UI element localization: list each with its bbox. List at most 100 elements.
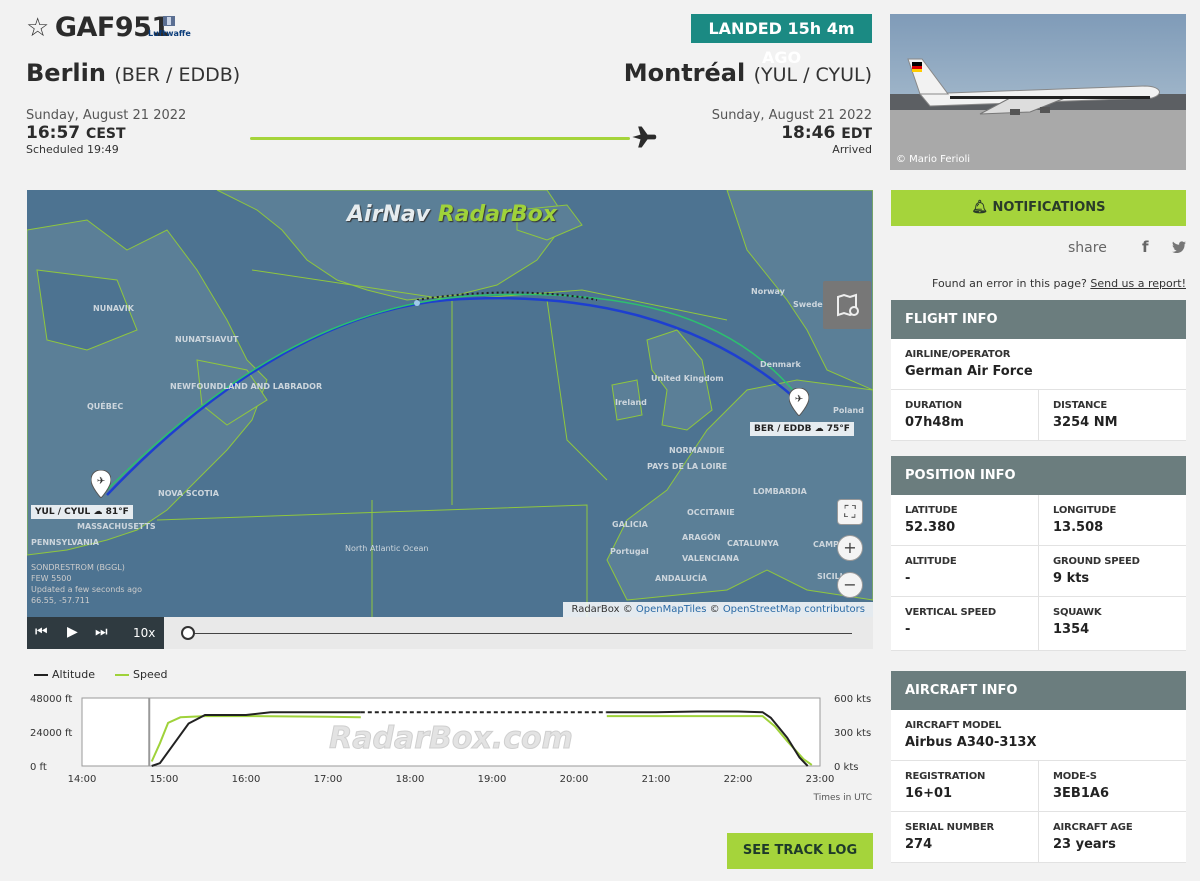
legend-altitude-label: Altitude [52, 668, 95, 681]
share-label: share [1068, 240, 1107, 256]
x-tick: 22:00 [724, 774, 753, 785]
see-track-log-button[interactable]: SEE TRACK LOG [727, 833, 873, 869]
mode-s-cell: MODE-S 3EB1A6 [1038, 761, 1186, 811]
departure-airport-code: BER / EDDB [754, 424, 812, 434]
svg-text:✈: ✈ [97, 476, 105, 487]
departure-tz: CEST [86, 126, 126, 142]
position-info-title[interactable]: POSITION INFO [891, 456, 1186, 495]
flight-info-title[interactable]: FLIGHT INFO [891, 300, 1186, 339]
photo-credit[interactable]: © Mario Ferioli [896, 154, 970, 165]
aircraft-info-title[interactable]: AIRCRAFT INFO [891, 671, 1186, 710]
flight-info-panel: FLIGHT INFO AIRLINE/OPERATOR German Air … [891, 300, 1186, 441]
playback-track[interactable] [184, 633, 852, 634]
arrival-note: Arrived [832, 143, 872, 156]
airline-cell: AIRLINE/OPERATOR German Air Force [891, 339, 1186, 389]
departure-marker-icon[interactable]: ✈ [789, 388, 809, 416]
region-label: NUNATSIAVUT [175, 335, 239, 344]
departure-airport-label[interactable]: BER / EDDB ☁ 75°F [750, 422, 854, 436]
skip-back-icon[interactable]: ⏮ [35, 624, 48, 640]
arrival-time: 18:46 EDT [712, 123, 872, 143]
playback-controls: ⏮ ▶ ⏭ 10x [27, 617, 164, 649]
map-logo-b: RadarBox [437, 202, 557, 227]
send-report-link[interactable]: Send us a report! [1090, 277, 1186, 290]
distance-value: 3254 NM [1053, 415, 1118, 430]
twitter-icon[interactable] [1172, 241, 1186, 253]
squawk-label: SQUAWK [1053, 607, 1102, 618]
departure-info: Sunday, August 21 2022 16:57 CEST Schedu… [26, 108, 186, 156]
region-label: PAYS DE LA LOIRE [647, 462, 728, 471]
squawk-value: 1354 [1053, 622, 1090, 637]
chart-legend: Altitude Speed [34, 668, 167, 681]
region-label: Norway [751, 287, 785, 296]
mode-s-label: MODE-S [1053, 771, 1097, 782]
departure-time: 16:57 CEST [26, 123, 186, 143]
region-label: CATALUNYA [727, 539, 779, 548]
x-tick: 18:00 [396, 774, 425, 785]
region-label: Portugal [610, 547, 649, 556]
departure-note: Scheduled 19:49 [26, 143, 119, 156]
zoom-out-button[interactable]: − [837, 572, 863, 598]
map-attribution: RadarBox © OpenMapTiles © OpenStreetMap … [563, 602, 873, 617]
y-tick-left: 24000 ft [30, 728, 72, 739]
region-label: QUÉBEC [87, 402, 124, 411]
latitude-value: 52.380 [905, 520, 956, 535]
legend-altitude[interactable]: Altitude [34, 668, 95, 681]
x-tick: 16:00 [232, 774, 261, 785]
station-line: Updated a few seconds ago [31, 585, 142, 594]
arrival-marker-icon[interactable]: ✈ [91, 470, 111, 498]
cloud-icon: ☁ [814, 424, 824, 434]
playback-speed[interactable]: 10x [133, 626, 155, 640]
airplane-icon [632, 126, 657, 148]
arrival-tz: EDT [841, 126, 872, 142]
duration-cell: DURATION 07h48m [891, 390, 1038, 440]
arrival-info: Sunday, August 21 2022 18:46 EDT Arrived [712, 108, 872, 156]
registration-value: 16+01 [905, 786, 953, 801]
airline-value: German Air Force [905, 364, 1033, 379]
airline-logo: Luftwaffe [148, 15, 191, 38]
registration-cell: REGISTRATION 16+01 [891, 761, 1038, 811]
error-report-line: Found an error in this page? Send us a r… [932, 277, 1186, 290]
arrival-airport-label[interactable]: YUL / CYUL ☁ 81°F [31, 505, 133, 519]
altitude-speed-chart: RadarBox.com 48000 ft 24000 ft 0 ft 600 kts 3… [30, 690, 876, 805]
x-tick: 20:00 [560, 774, 589, 785]
bell-icon: 🔔︎ [971, 200, 989, 215]
y-tick-right: 0 kts [834, 762, 858, 773]
x-tick: 17:00 [314, 774, 343, 785]
playback-knob[interactable] [181, 626, 195, 640]
latitude-cell: LATITUDE 52.380 [891, 495, 1038, 545]
region-label: VALENCIANA [682, 554, 740, 563]
aircraft-info-row: SERIAL NUMBER 274 AIRCRAFT AGE 23 years [891, 812, 1186, 863]
position-info-row: ALTITUDE - GROUND SPEED 9 kts [891, 546, 1186, 597]
attribution-omt-link[interactable]: OpenMapTiles [636, 604, 707, 615]
zoom-in-button[interactable]: + [837, 535, 863, 561]
serial-cell: SERIAL NUMBER 274 [891, 812, 1038, 862]
region-label: ANDALUCÍA [655, 574, 708, 583]
region-label: Ireland [615, 398, 647, 407]
notifications-button[interactable]: 🔔︎ NOTIFICATIONS [891, 190, 1186, 226]
altitude-label: ALTITUDE [905, 556, 957, 567]
region-label: NEWFOUNDLAND AND LABRADOR [170, 382, 323, 391]
y-tick-left: 48000 ft [30, 694, 72, 705]
map-layers-button[interactable] [823, 281, 871, 329]
region-label: NUNAVIK [93, 304, 134, 313]
region-label: MASSACHUSETTS [77, 522, 156, 531]
flight-map[interactable]: AirNav RadarBox NUNAVIK NUNATSIAVUT NEWF… [27, 190, 873, 617]
region-label: Denmark [760, 360, 801, 369]
x-axis-label: Times in UTC [813, 793, 872, 803]
play-icon[interactable]: ▶ [67, 624, 78, 640]
weather-station: SONDRESTROM (BGGL) FEW 5500 Updated a fe… [31, 562, 142, 606]
model-value: Airbus A340-313X [905, 735, 1037, 750]
map-logo-a: AirNav [347, 202, 431, 227]
fullscreen-button[interactable]: ⛶ [837, 499, 863, 525]
attribution-osm-link[interactable]: OpenStreetMap contributors [723, 604, 865, 615]
distance-label: DISTANCE [1053, 400, 1107, 411]
fast-forward-icon[interactable]: ⏭ [95, 624, 108, 640]
longitude-label: LONGITUDE [1053, 505, 1117, 516]
flight-info-row: DURATION 07h48m DISTANCE 3254 NM [891, 390, 1186, 441]
favorite-star-icon[interactable]: ☆ [26, 13, 49, 43]
mode-s-value: 3EB1A6 [1053, 786, 1109, 801]
x-tick: 23:00 [806, 774, 835, 785]
legend-speed[interactable]: Speed [115, 668, 167, 681]
facebook-icon[interactable]: f [1142, 238, 1149, 256]
aircraft-photo[interactable]: © Mario Ferioli [890, 14, 1186, 170]
